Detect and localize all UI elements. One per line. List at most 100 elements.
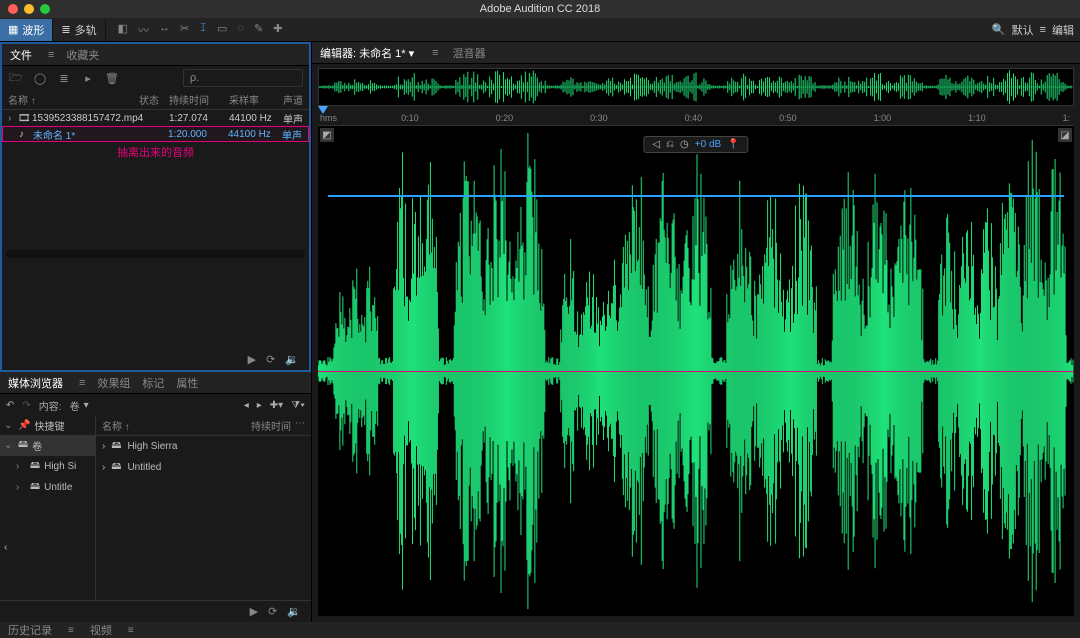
- file-name: 1539523388157472.mp4: [32, 113, 169, 124]
- shortcut-icon: 📌: [18, 420, 30, 431]
- tool-pitch-icon[interactable]: 〰: [138, 22, 149, 38]
- drive-icon: 🖴: [111, 438, 121, 455]
- tool-marquee-icon[interactable]: ▭: [217, 22, 227, 38]
- col-channels[interactable]: 声道: [279, 92, 303, 107]
- tool-brush-icon[interactable]: ✎: [254, 22, 263, 38]
- close-window-button[interactable]: [8, 4, 18, 14]
- tab-effects-rack[interactable]: 效果组: [97, 375, 130, 391]
- files-toolbar: 🗁 ◯ ≣ ▸ 🗑 ρ.: [2, 66, 309, 90]
- insert-icon[interactable]: ▸: [80, 72, 96, 85]
- tool-lasso-icon[interactable]: ◌: [237, 22, 244, 38]
- col-name[interactable]: 名称 ↑: [102, 418, 251, 433]
- hud-levels-icon: ⎌: [666, 139, 674, 150]
- editor-area: 编辑器: 未命名 1* ▾ ≡ 混音器 hms 0:100:200:300:40…: [312, 42, 1080, 622]
- col-more[interactable]: ⋯: [291, 418, 305, 433]
- drive-icon: 🖴: [111, 459, 121, 476]
- nav-prev-icon[interactable]: ◂: [244, 400, 249, 411]
- files-tab-menu-icon[interactable]: ≡: [48, 49, 54, 61]
- auto-play-icon[interactable]: 🔉: [287, 605, 301, 618]
- record-file-icon[interactable]: ◯: [32, 72, 48, 85]
- loop-icon[interactable]: ⟳: [268, 605, 277, 618]
- files-hscroll[interactable]: [6, 250, 305, 258]
- list-item[interactable]: ›🖴High Sierra: [96, 436, 311, 457]
- tab-media-browser[interactable]: 媒体浏览器: [8, 375, 63, 391]
- corner-tl-icon[interactable]: ◩: [320, 128, 334, 142]
- tree-item[interactable]: ›🖴High Si: [0, 456, 95, 477]
- waveform-icon: ▦: [8, 23, 18, 36]
- nav-next-icon[interactable]: ▸: [257, 400, 262, 411]
- tab-editor[interactable]: 编辑器: 未命名 1* ▾: [320, 45, 414, 61]
- media-tab-menu-icon[interactable]: ≡: [79, 377, 85, 389]
- play-icon[interactable]: ▶: [250, 605, 258, 618]
- col-duration[interactable]: 持续时间: [169, 92, 229, 107]
- fwd-icon[interactable]: ↷: [22, 400, 30, 411]
- content-dropdown[interactable]: 卷▾: [70, 398, 89, 413]
- menu-right[interactable]: 编辑: [1052, 22, 1074, 38]
- maximize-window-button[interactable]: [40, 4, 50, 14]
- tree-shortcuts[interactable]: ⌄📌快捷键: [0, 416, 95, 435]
- workspace-menu-icon[interactable]: ≡: [1040, 24, 1046, 36]
- hud-clock-icon: ◷: [680, 139, 689, 150]
- new-multitrack-icon[interactable]: ≣: [56, 72, 72, 85]
- waveform-display[interactable]: ◩ ◪ ◁ ⎌ ◷ +0 dB 📍: [318, 126, 1074, 616]
- file-duration: 1:27.074: [169, 113, 229, 124]
- file-row-selected[interactable]: ♪ 未命名 1* 1:20.000 44100 Hz 单声: [2, 126, 309, 142]
- tool-heal-icon[interactable]: ✚: [273, 22, 282, 38]
- files-panel-tabs: 文件 ≡ 收藏夹: [2, 44, 309, 66]
- file-row[interactable]: › 🎞 1539523388157472.mp4 1:27.074 44100 …: [2, 110, 309, 126]
- amplitude-guide-line: [328, 195, 1064, 197]
- tab-files[interactable]: 文件: [10, 47, 32, 63]
- tab-markers[interactable]: 标记: [142, 375, 164, 391]
- tab-mixer[interactable]: 混音器: [453, 45, 486, 61]
- content-label: 内容:: [39, 398, 62, 413]
- waveform-overview[interactable]: [318, 68, 1074, 106]
- hud-pin-icon[interactable]: 📍: [727, 139, 739, 150]
- auto-play-icon[interactable]: 🔉: [285, 353, 299, 366]
- tab-properties[interactable]: 属性: [176, 375, 198, 391]
- corner-tr-icon[interactable]: ◪: [1058, 128, 1072, 142]
- delete-icon[interactable]: 🗑: [104, 72, 120, 85]
- files-panel: 文件 ≡ 收藏夹 🗁 ◯ ≣ ▸ 🗑 ρ. 名称 ↑ 状态 持续时间 采样率 声…: [0, 42, 311, 372]
- editor-tab-menu-icon[interactable]: ≡: [432, 47, 438, 59]
- tree-volumes[interactable]: ⌄🖴卷: [0, 435, 95, 456]
- file-name: 未命名 1*: [33, 127, 168, 142]
- hud-volume[interactable]: ◁ ⎌ ◷ +0 dB 📍: [643, 136, 748, 153]
- tool-razor-icon[interactable]: ✂: [180, 22, 189, 38]
- workspace-label[interactable]: 默认: [1012, 22, 1034, 38]
- filter-icon[interactable]: ⧩▾: [291, 400, 305, 411]
- files-search-input[interactable]: ρ.: [183, 69, 303, 87]
- window-titlebar: Adobe Audition CC 2018: [0, 0, 1080, 18]
- mode-multitrack-button[interactable]: ≣ 多轨: [53, 19, 105, 41]
- tab-video[interactable]: 视频: [90, 622, 112, 638]
- media-panel-tabs: 媒体浏览器 ≡ 效果组 标记 属性: [0, 372, 311, 394]
- col-name[interactable]: 名称 ↑: [8, 92, 139, 107]
- time-ruler[interactable]: hms 0:100:200:300:400:501:001:101:: [318, 106, 1074, 126]
- tool-move-icon[interactable]: ↔: [159, 22, 170, 38]
- col-samplerate[interactable]: 采样率: [229, 92, 279, 107]
- tree-item[interactable]: ›🖴Untitle: [0, 477, 95, 498]
- col-duration[interactable]: 持续时间: [251, 418, 291, 433]
- mode-waveform-button[interactable]: ▦ 波形: [0, 19, 53, 41]
- ruler-tick: 0:10: [401, 113, 419, 123]
- back-icon[interactable]: ↶: [6, 400, 14, 411]
- footer-menu-icon[interactable]: ≡: [128, 625, 134, 636]
- footer-menu-icon[interactable]: ≡: [68, 625, 74, 636]
- add-icon[interactable]: ✚▾: [270, 400, 283, 411]
- search-icon[interactable]: 🔍: [992, 23, 1006, 36]
- play-icon[interactable]: ▶: [248, 353, 256, 366]
- tool-spectral-icon[interactable]: ◧: [118, 22, 128, 38]
- tree-scroll-left[interactable]: ‹: [0, 540, 95, 555]
- tab-favorites[interactable]: 收藏夹: [66, 47, 99, 63]
- tool-time-select-icon[interactable]: 𝙸: [199, 22, 207, 38]
- expand-arrow-icon[interactable]: ›: [8, 113, 18, 124]
- list-item[interactable]: ›🖴Untitled: [96, 457, 311, 478]
- file-samplerate: 44100 Hz: [229, 113, 279, 124]
- open-file-icon[interactable]: 🗁: [8, 69, 24, 88]
- loop-icon[interactable]: ⟳: [266, 353, 275, 366]
- minimize-window-button[interactable]: [24, 4, 34, 14]
- tab-history[interactable]: 历史记录: [8, 622, 52, 638]
- file-duration: 1:20.000: [168, 129, 228, 140]
- media-toolbar: ↶ ↷ 内容: 卷▾ ◂ ▸ ✚▾ ⧩▾: [0, 394, 311, 416]
- col-status[interactable]: 状态: [139, 92, 169, 107]
- left-column: 文件 ≡ 收藏夹 🗁 ◯ ≣ ▸ 🗑 ρ. 名称 ↑ 状态 持续时间 采样率 声…: [0, 42, 312, 622]
